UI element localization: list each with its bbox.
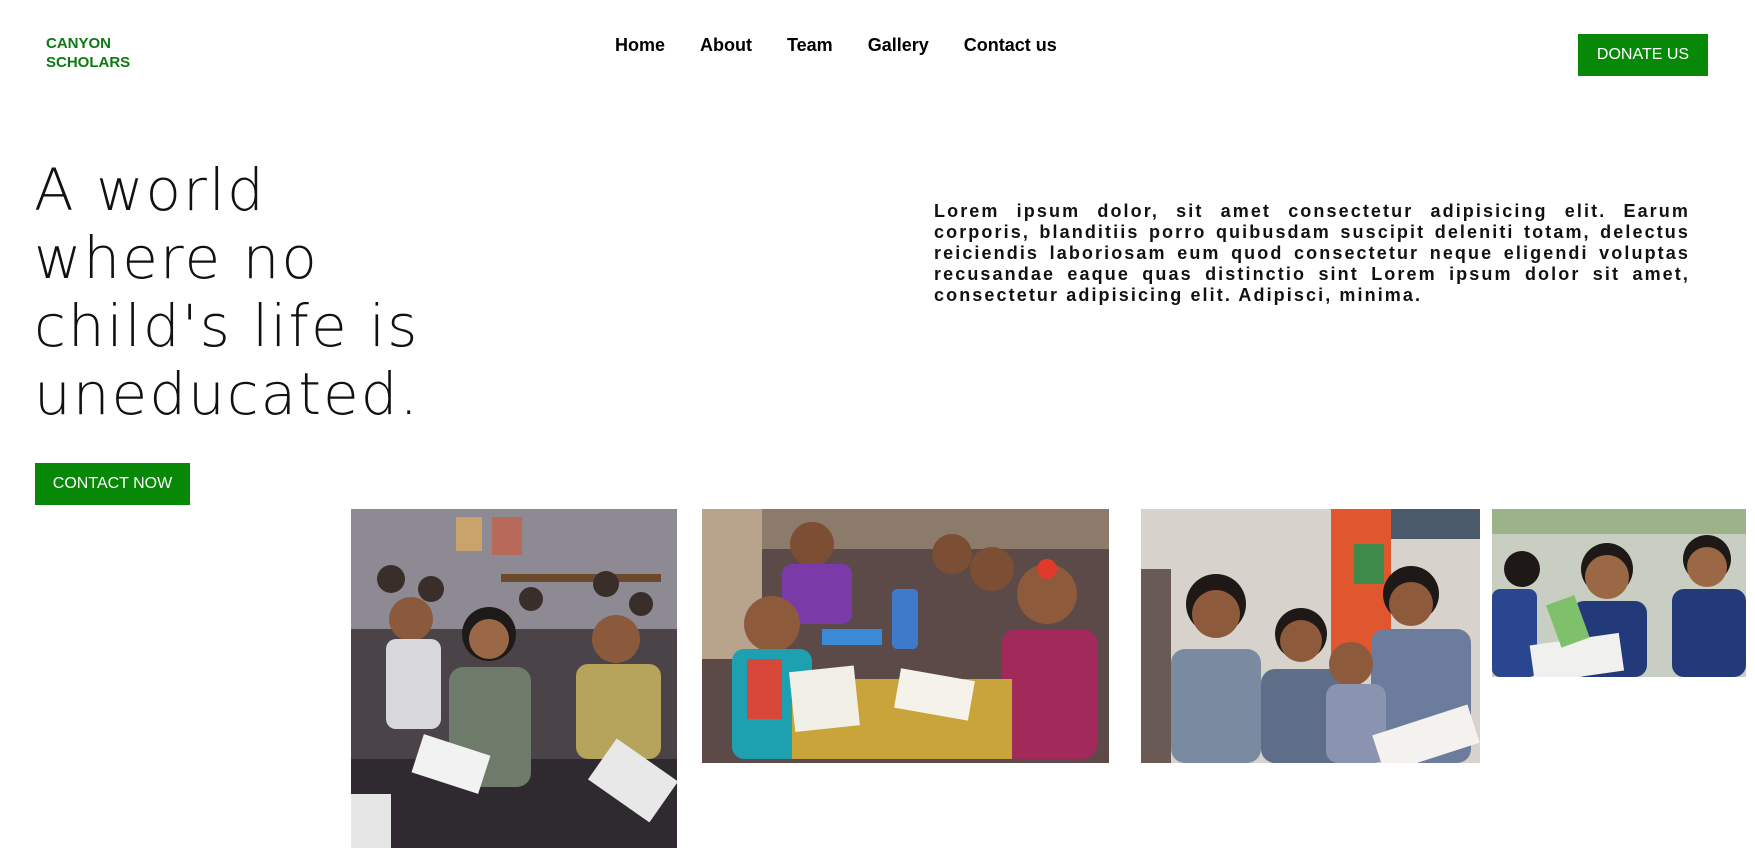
donate-button[interactable]: DONATE US bbox=[1578, 34, 1708, 76]
nav-home[interactable]: Home bbox=[615, 34, 665, 56]
nav-gallery[interactable]: Gallery bbox=[868, 34, 929, 56]
nav-contact[interactable]: Contact us bbox=[964, 34, 1057, 56]
brand-logo[interactable]: CANYON SCHOLARS bbox=[46, 34, 130, 72]
nav-about[interactable]: About bbox=[700, 34, 752, 56]
children-at-table-photo bbox=[702, 509, 1109, 763]
children-reading-photo bbox=[1141, 509, 1480, 763]
schoolgirls-photo bbox=[1492, 509, 1746, 677]
brand-line-1: CANYON bbox=[46, 35, 112, 52]
children-classroom-photo bbox=[351, 509, 677, 848]
hero-description: Lorem ipsum dolor, sit amet consectetur … bbox=[934, 201, 1690, 305]
nav-team[interactable]: Team bbox=[787, 34, 833, 56]
main-nav: Home About Team Gallery Contact us bbox=[615, 34, 1092, 56]
hero-headline: A world where no child's life is uneduca… bbox=[34, 156, 420, 428]
brand-line-2: SCHOLARS bbox=[46, 54, 131, 71]
contact-now-button[interactable]: CONTACT NOW bbox=[35, 463, 190, 505]
